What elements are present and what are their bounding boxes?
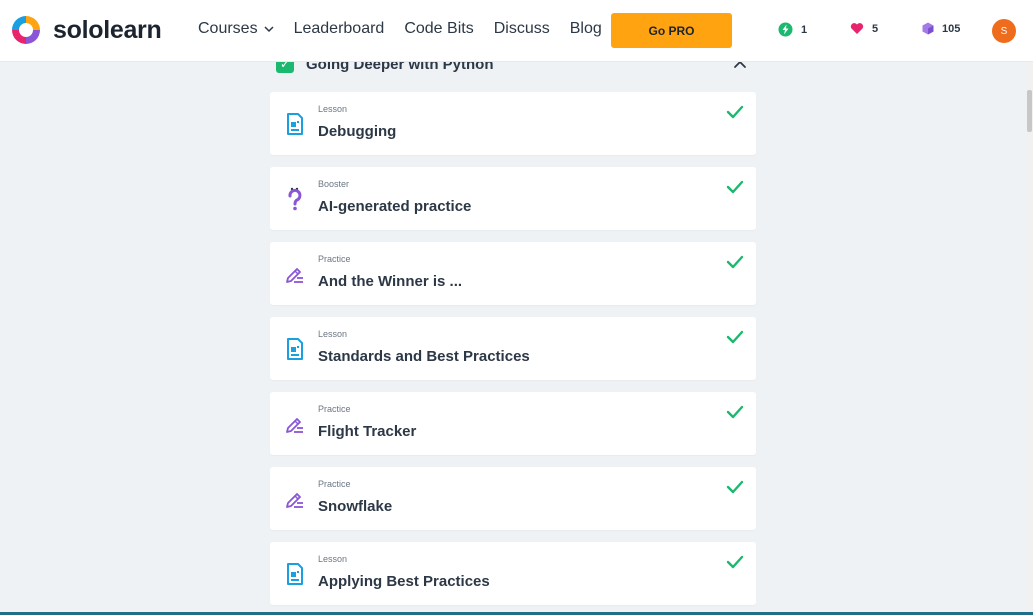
- main-nav: Courses Leaderboard Code Bits Discuss Bl…: [198, 20, 622, 38]
- lesson-type-label: Booster: [318, 179, 350, 189]
- lesson-card[interactable]: Lesson Debugging: [270, 92, 756, 155]
- lesson-card[interactable]: Lesson Applying Best Practices: [270, 542, 756, 605]
- bits-stat[interactable]: 105: [922, 22, 960, 35]
- lesson-title: Snowflake: [318, 498, 393, 515]
- lesson-type-label: Lesson: [318, 554, 348, 564]
- top-navbar: sololearn Courses Leaderboard Code Bits …: [0, 0, 1033, 62]
- lesson-list: Lesson Debugging Booster AI-generated pract…: [270, 92, 756, 615]
- lesson-card[interactable]: Practice Snowflake: [270, 467, 756, 530]
- lesson-card[interactable]: Practice Flight Tracker: [270, 392, 756, 455]
- nav-code-bits[interactable]: Code Bits: [404, 20, 473, 38]
- scrollbar-thumb[interactable]: [1027, 90, 1032, 132]
- lesson-doc-icon: [284, 337, 306, 361]
- pencil-icon: [284, 262, 306, 286]
- completed-check-icon: [726, 179, 744, 195]
- lesson-type-label: Lesson: [318, 329, 348, 339]
- main-content: ✓ Going Deeper with Python Lesson Debuggi…: [0, 0, 1026, 615]
- completed-check-icon: [726, 329, 744, 345]
- lesson-title: AI-generated practice: [318, 198, 472, 215]
- lesson-type-label: Lesson: [318, 104, 348, 114]
- pencil-icon: [284, 487, 306, 511]
- streak-stat[interactable]: 1: [778, 22, 807, 37]
- lesson-doc-icon: [284, 562, 306, 586]
- lightning-icon: [778, 22, 793, 37]
- lesson-type-label: Practice: [318, 404, 351, 414]
- lesson-title: Standards and Best Practices: [318, 348, 530, 365]
- nav-leaderboard[interactable]: Leaderboard: [294, 20, 385, 38]
- heart-icon: [850, 23, 864, 34]
- lesson-card[interactable]: Lesson Standards and Best Practices: [270, 317, 756, 380]
- nav-discuss[interactable]: Discuss: [494, 20, 550, 38]
- question-icon: [284, 187, 306, 211]
- bits-cube-icon: [922, 22, 934, 35]
- scrollbar[interactable]: [1026, 62, 1033, 615]
- go-pro-button[interactable]: Go PRO: [611, 13, 732, 48]
- lesson-title: Applying Best Practices: [318, 573, 490, 590]
- completed-check-icon: [726, 479, 744, 495]
- completed-check-icon: [726, 404, 744, 420]
- pencil-icon: [284, 412, 306, 436]
- completed-check-icon: [726, 254, 744, 270]
- completed-check-icon: [726, 104, 744, 120]
- lesson-title: And the Winner is ...: [318, 273, 463, 290]
- bits-count: 105: [942, 22, 961, 35]
- lesson-doc-icon: [284, 112, 306, 136]
- nav-blog[interactable]: Blog: [570, 20, 602, 38]
- brand-name: sololearn: [53, 15, 162, 44]
- chevron-down-icon: [264, 26, 274, 33]
- lesson-card[interactable]: Booster AI-generated practice: [270, 167, 756, 230]
- lesson-type-label: Practice: [318, 254, 351, 264]
- hearts-count: 5: [872, 22, 879, 35]
- sololearn-logo-icon: [12, 16, 40, 44]
- sololearn-logo[interactable]: sololearn: [9, 13, 162, 47]
- completed-check-icon: [726, 554, 744, 570]
- streak-count: 1: [801, 23, 808, 36]
- hearts-stat[interactable]: 5: [850, 22, 878, 35]
- nav-courses-label: Courses: [198, 20, 258, 37]
- lesson-title: Debugging: [318, 123, 397, 140]
- avatar[interactable]: S: [992, 19, 1016, 43]
- nav-courses[interactable]: Courses: [198, 20, 274, 38]
- lesson-type-label: Practice: [318, 479, 351, 489]
- lesson-card[interactable]: Practice And the Winner is ...: [270, 242, 756, 305]
- lesson-title: Flight Tracker: [318, 423, 417, 440]
